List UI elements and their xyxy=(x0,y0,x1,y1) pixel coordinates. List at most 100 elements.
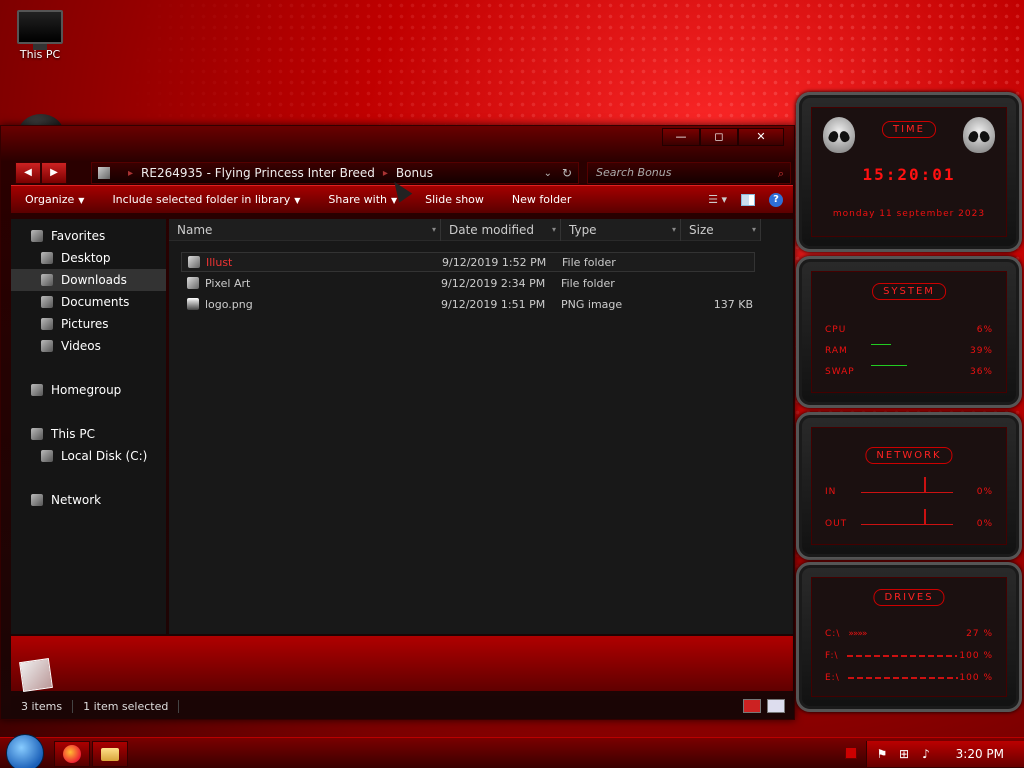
slide-show-button[interactable]: Slide show xyxy=(411,193,498,206)
maximize-button[interactable]: ◻ xyxy=(700,128,738,146)
gadget-date: monday 11 september 2023 xyxy=(832,209,986,219)
nav-item-network[interactable]: Network xyxy=(11,489,166,511)
breadcrumb-item[interactable]: RE264935 - Flying Princess Inter Breed xyxy=(141,166,375,180)
help-icon[interactable]: ? xyxy=(769,192,783,207)
drives-gadget[interactable]: Drives C:\»»»» 27 % F:\ 100 % E:\ 100 % xyxy=(796,562,1022,712)
net-in-graph xyxy=(861,492,953,493)
net-out-spike xyxy=(924,509,926,525)
large-icons-view-icon[interactable] xyxy=(767,699,785,713)
include-library-button[interactable]: Include selected folder in library ▼ xyxy=(98,193,314,206)
pictures-icon xyxy=(41,318,53,330)
file-name: Illust xyxy=(206,255,233,269)
videos-icon xyxy=(41,340,53,352)
nav-item-pictures[interactable]: Pictures xyxy=(11,313,166,335)
file-type: PNG image xyxy=(561,297,623,311)
system-gadget[interactable]: System CPU 6% RAM 39% SWAP 36% xyxy=(796,256,1022,408)
address-bar[interactable]: ▸ RE264935 - Flying Princess Inter Breed… xyxy=(91,162,579,184)
status-bar: 3 items 1 item selected xyxy=(11,696,793,716)
file-list: Name ▾ Date modified ▾ Type ▾ Size ▾ Illust … xyxy=(169,219,793,634)
details-view-icon[interactable] xyxy=(743,699,761,713)
breadcrumb-separator: ▸ xyxy=(382,167,388,179)
title-buttons: — ◻ ✕ xyxy=(662,128,784,146)
drive-c-row: C:\»»»» 27 % xyxy=(825,629,993,639)
desktop-icon-this-pc[interactable]: This PC xyxy=(12,10,68,61)
swap-row: SWAP 36% xyxy=(825,367,993,377)
chevron-down-icon[interactable]: ⌄ xyxy=(544,168,552,179)
minimize-button[interactable]: — xyxy=(662,128,700,146)
system-gadget-title: System xyxy=(872,283,946,300)
column-headers: Name ▾ Date modified ▾ Type ▾ Size ▾ xyxy=(169,219,761,241)
status-item-count: 3 items xyxy=(11,699,74,713)
selected-item-thumbnail xyxy=(19,658,53,692)
refresh-icon[interactable]: ↻ xyxy=(562,166,572,180)
taskbar-firefox[interactable] xyxy=(54,741,90,767)
column-type[interactable]: Type ▾ xyxy=(561,219,681,241)
search-icon[interactable]: ⌕ xyxy=(778,164,784,184)
alien-head-icon xyxy=(963,117,995,153)
taskbar-clock[interactable]: 3:20 PM xyxy=(956,747,1004,761)
details-pane xyxy=(11,636,793,692)
folder-icon xyxy=(98,167,110,179)
organize-button[interactable]: Organize ▼ xyxy=(11,193,98,206)
explorer-window: — ◻ ✕ ◀ ▶ ▸ RE264935 - Flying Princess I… xyxy=(0,125,795,720)
nav-item-favorites[interactable]: Favorites xyxy=(11,225,166,247)
preview-pane-icon[interactable] xyxy=(741,193,755,206)
drive-e-row: E:\ 100 % xyxy=(825,673,993,683)
file-row[interactable]: logo.png 9/12/2019 1:51 PM PNG image 137… xyxy=(181,294,755,314)
drives-gadget-title: Drives xyxy=(873,589,945,606)
downloads-icon xyxy=(41,274,53,286)
folder-icon xyxy=(188,256,200,268)
search-input[interactable]: Search Bonus ⌕ xyxy=(587,162,791,184)
start-button[interactable] xyxy=(6,734,44,768)
show-hidden-icons-button[interactable] xyxy=(845,747,857,759)
documents-icon xyxy=(41,296,53,308)
back-button[interactable]: ◀ xyxy=(15,162,41,184)
change-view-icon[interactable]: ☰ ▾ xyxy=(708,193,727,206)
volume-icon[interactable]: ♪ xyxy=(919,747,933,761)
ram-bar xyxy=(871,344,891,345)
close-button[interactable]: ✕ xyxy=(738,128,784,146)
status-selected-count: 1 item selected xyxy=(73,699,180,713)
file-size: 137 KB xyxy=(713,297,753,311)
network-icon xyxy=(31,494,43,506)
new-folder-button[interactable]: New folder xyxy=(498,193,585,206)
file-name: logo.png xyxy=(205,297,253,311)
nav-item-local-disk[interactable]: Local Disk (C:) xyxy=(11,445,166,467)
nav-buttons: ◀ ▶ xyxy=(15,162,67,184)
swap-bar xyxy=(871,365,907,366)
system-tray: ⚑ ⊞ ♪ 3:20 PM xyxy=(866,741,1024,767)
time-gadget[interactable]: Time 15:20:01 monday 11 september 2023 xyxy=(796,92,1022,252)
firefox-icon xyxy=(63,745,81,763)
net-in-spike xyxy=(924,477,926,493)
nav-item-homegroup[interactable]: Homegroup xyxy=(11,379,166,401)
file-date: 9/12/2019 1:51 PM xyxy=(441,297,546,311)
file-row[interactable]: Illust 9/12/2019 1:52 PM File folder xyxy=(181,252,755,272)
network-gadget[interactable]: Network IN 0% OUT 0% xyxy=(796,412,1022,560)
forward-button[interactable]: ▶ xyxy=(41,162,67,184)
nav-item-downloads[interactable]: Downloads xyxy=(11,269,166,291)
nav-item-this-pc[interactable]: This PC xyxy=(11,423,166,445)
taskbar-explorer[interactable] xyxy=(92,741,128,767)
file-date: 9/12/2019 2:34 PM xyxy=(441,276,546,290)
column-name[interactable]: Name ▾ xyxy=(169,219,441,241)
file-type: File folder xyxy=(562,255,616,269)
desktop-icon xyxy=(41,252,53,264)
computer-icon xyxy=(31,428,43,440)
flag-icon[interactable]: ⚑ xyxy=(875,747,889,761)
file-name: Pixel Art xyxy=(205,276,251,290)
star-icon xyxy=(31,230,43,242)
taskbar: ⚑ ⊞ ♪ 3:20 PM xyxy=(0,734,1024,768)
monitor-icon xyxy=(17,10,63,50)
network-tray-icon[interactable]: ⊞ xyxy=(897,747,911,761)
nav-item-videos[interactable]: Videos xyxy=(11,335,166,357)
nav-item-documents[interactable]: Documents xyxy=(11,291,166,313)
file-row[interactable]: Pixel Art 9/12/2019 2:34 PM File folder xyxy=(181,273,755,293)
column-date-modified[interactable]: Date modified ▾ xyxy=(441,219,561,241)
nav-item-desktop[interactable]: Desktop xyxy=(11,247,166,269)
alien-head-icon xyxy=(823,117,855,153)
drive-icon xyxy=(41,450,53,462)
column-size[interactable]: Size ▾ xyxy=(681,219,761,241)
time-gadget-title: Time xyxy=(881,121,937,138)
folder-icon xyxy=(101,747,119,761)
file-type: File folder xyxy=(561,276,615,290)
